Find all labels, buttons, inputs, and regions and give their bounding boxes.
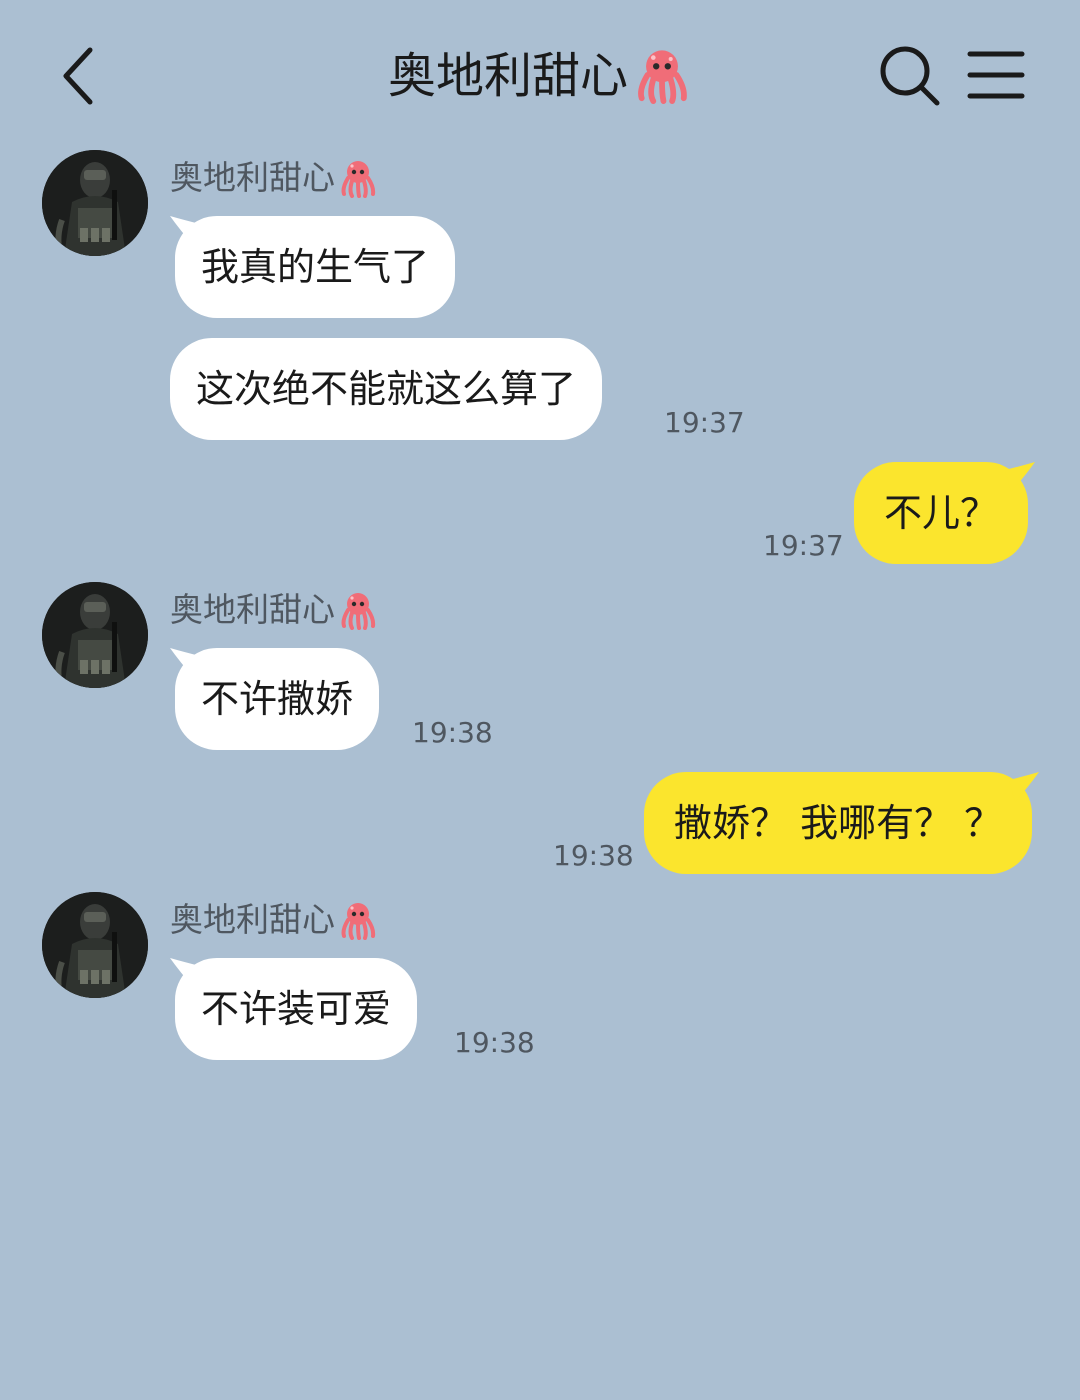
message-text: 不许撒娇 bbox=[201, 677, 354, 721]
message-text: 这次绝不能就这么算了 bbox=[196, 367, 577, 411]
chat-header: 奥地利甜心 bbox=[0, 0, 1080, 150]
message-bubble-incoming[interactable]: 我真的生气了 bbox=[170, 216, 456, 318]
menu-button[interactable] bbox=[964, 48, 1028, 104]
message-bubble-outgoing[interactable]: 不儿？ bbox=[854, 462, 1036, 564]
sender-name: 奥地利甜心 bbox=[170, 158, 379, 198]
chat-title-text: 奥地利甜心 bbox=[387, 48, 628, 104]
back-button[interactable] bbox=[52, 38, 112, 114]
sender-name-text: 奥地利甜心 bbox=[170, 900, 335, 939]
bubble-tail bbox=[1009, 772, 1040, 802]
chevron-left-icon bbox=[63, 47, 93, 105]
avatar-image bbox=[42, 892, 148, 998]
bubble-tail bbox=[170, 216, 200, 246]
message-text: 不许装可爱 bbox=[201, 987, 392, 1031]
menu-icon bbox=[967, 51, 1025, 99]
search-button[interactable] bbox=[876, 42, 944, 110]
avatar-image bbox=[42, 582, 148, 688]
message-timestamp: 19:38 bbox=[454, 1026, 535, 1059]
avatar-image bbox=[42, 150, 148, 256]
message-bubble-incoming[interactable]: 这次绝不能就这么算了 bbox=[170, 338, 603, 440]
contact-avatar[interactable] bbox=[42, 892, 148, 998]
message-timestamp: 19:37 bbox=[763, 529, 844, 562]
message-bubble-incoming[interactable]: 不许撒娇 bbox=[170, 648, 380, 750]
message-text: 我真的生气了 bbox=[201, 245, 430, 289]
sender-name-text: 奥地利甜心 bbox=[170, 590, 335, 629]
message-text: 撒娇？ 我哪有？ ？ bbox=[674, 801, 1003, 845]
bubble-tail bbox=[170, 648, 200, 678]
octopus-emoji-icon bbox=[341, 901, 376, 940]
sender-name: 奥地利甜心 bbox=[170, 590, 379, 630]
octopus-emoji-icon bbox=[341, 159, 376, 198]
octopus-emoji-icon bbox=[638, 50, 687, 104]
search-icon bbox=[880, 46, 940, 106]
message-text: 不儿？ bbox=[884, 491, 999, 535]
contact-avatar[interactable] bbox=[42, 150, 148, 256]
message-timestamp: 19:37 bbox=[664, 406, 745, 439]
bubble-tail bbox=[170, 958, 200, 988]
message-bubble-outgoing[interactable]: 撒娇？ 我哪有？ ？ bbox=[644, 772, 1040, 874]
contact-avatar[interactable] bbox=[42, 582, 148, 688]
sender-name: 奥地利甜心 bbox=[170, 900, 379, 940]
bubble-tail bbox=[1005, 462, 1036, 492]
message-timestamp: 19:38 bbox=[412, 716, 493, 749]
chat-title: 奥地利甜心 bbox=[240, 44, 840, 108]
octopus-emoji-icon bbox=[341, 591, 376, 630]
message-bubble-incoming[interactable]: 不许装可爱 bbox=[170, 958, 418, 1060]
message-timestamp: 19:38 bbox=[553, 839, 634, 872]
sender-name-text: 奥地利甜心 bbox=[170, 158, 335, 197]
